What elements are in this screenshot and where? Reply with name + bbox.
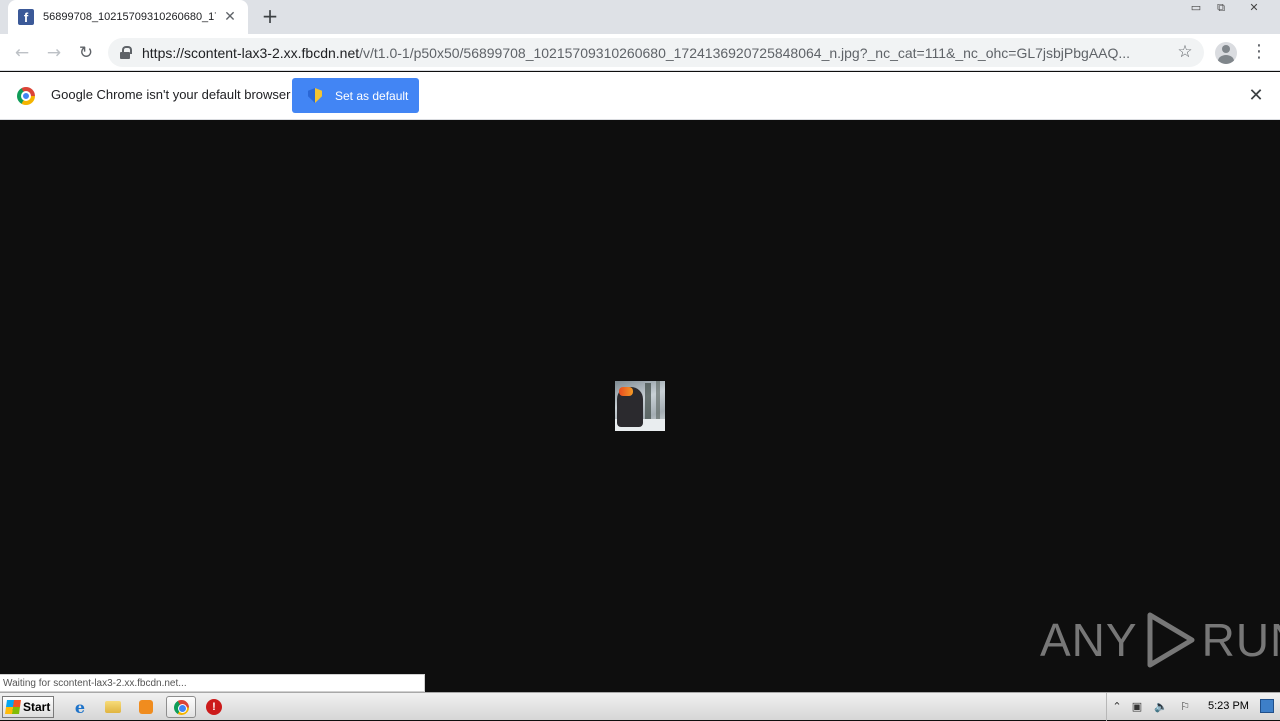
address-bar[interactable]: https://scontent-lax3-2.xx.fbcdn.net/v/t… (108, 38, 1204, 67)
start-label: Start (23, 700, 51, 714)
chrome-logo-icon (17, 87, 35, 105)
infobar-message: Google Chrome isn't your default browser (51, 87, 291, 102)
play-logo-icon (1147, 612, 1195, 668)
windows-logo-icon (5, 700, 21, 714)
status-bubble: Waiting for scontent-lax3-2.xx.fbcdn.net… (0, 674, 425, 692)
taskbar-chrome-button[interactable] (166, 696, 196, 718)
back-button[interactable]: ← (10, 41, 34, 65)
window-close-button[interactable]: ✕ (1236, 0, 1272, 18)
tab-close-icon[interactable]: ✕ (222, 9, 238, 25)
new-tab-button[interactable]: + (260, 6, 280, 26)
browser-toolbar: ← → ↻ https://scontent-lax3-2.xx.fbcdn.n… (0, 34, 1280, 71)
opera-icon[interactable] (204, 697, 224, 717)
file-explorer-icon[interactable] (103, 697, 123, 717)
internet-explorer-icon[interactable]: e (70, 697, 90, 717)
url-path: /v/t1.0-1/p50x50/56899708_10215709310260… (359, 44, 1131, 61)
chrome-menu-button[interactable]: ⋮ (1250, 42, 1268, 64)
window-minimize-button[interactable]: ▭ (1183, 0, 1209, 18)
volume-icon[interactable]: 🔈 (1153, 699, 1169, 715)
address-url[interactable]: https://scontent-lax3-2.xx.fbcdn.net/v/t… (142, 45, 1172, 61)
watermark-left-text: ANY (1040, 614, 1138, 666)
forward-button[interactable]: → (42, 41, 66, 65)
photo-goggles (619, 387, 633, 396)
network-icon[interactable]: ▣ (1129, 699, 1145, 715)
set-as-default-button[interactable]: Set as default (292, 78, 419, 113)
window-restore-button[interactable]: ⧉ (1208, 0, 1234, 18)
anyrun-watermark: ANY RUN (1040, 610, 1280, 670)
profile-avatar-icon[interactable] (1215, 42, 1237, 64)
tab-strip: f 56899708_10215709310260680_17241369207… (0, 0, 1280, 34)
default-browser-infobar: Google Chrome isn't your default browser… (0, 72, 1280, 120)
tray-expand-icon[interactable]: ⌃ (1109, 699, 1125, 715)
chrome-icon (173, 699, 189, 715)
image-viewer (0, 121, 1280, 691)
windows-taskbar: Start e ⌃ ▣ 🔈 ⚐ 5:23 PM (0, 692, 1280, 721)
bookmark-star-icon[interactable]: ☆ (1174, 42, 1196, 64)
tab-title: 56899708_10215709310260680_1724136920725… (43, 11, 216, 23)
taskbar-clock[interactable]: 5:23 PM (1208, 700, 1249, 712)
system-tray: ⌃ ▣ 🔈 ⚐ (1106, 693, 1280, 721)
facebook-favicon-icon: f (18, 9, 34, 25)
infobar-close-icon[interactable]: ✕ (1246, 86, 1266, 106)
show-desktop-button[interactable] (1260, 699, 1274, 713)
start-button[interactable]: Start (2, 696, 54, 718)
profile-photo-image[interactable] (615, 381, 665, 431)
reload-button[interactable]: ↻ (74, 41, 98, 65)
lock-icon[interactable] (120, 45, 132, 60)
uac-shield-icon (308, 88, 322, 103)
url-host: https://scontent-lax3-2.xx.fbcdn.net (142, 44, 360, 61)
action-center-flag-icon[interactable]: ⚐ (1177, 699, 1193, 715)
tab-active[interactable]: f 56899708_10215709310260680_17241369207… (8, 0, 248, 34)
set-as-default-label: Set as default (335, 88, 409, 103)
media-player-icon[interactable] (136, 697, 156, 717)
watermark-right-text: RUN (1201, 614, 1280, 666)
